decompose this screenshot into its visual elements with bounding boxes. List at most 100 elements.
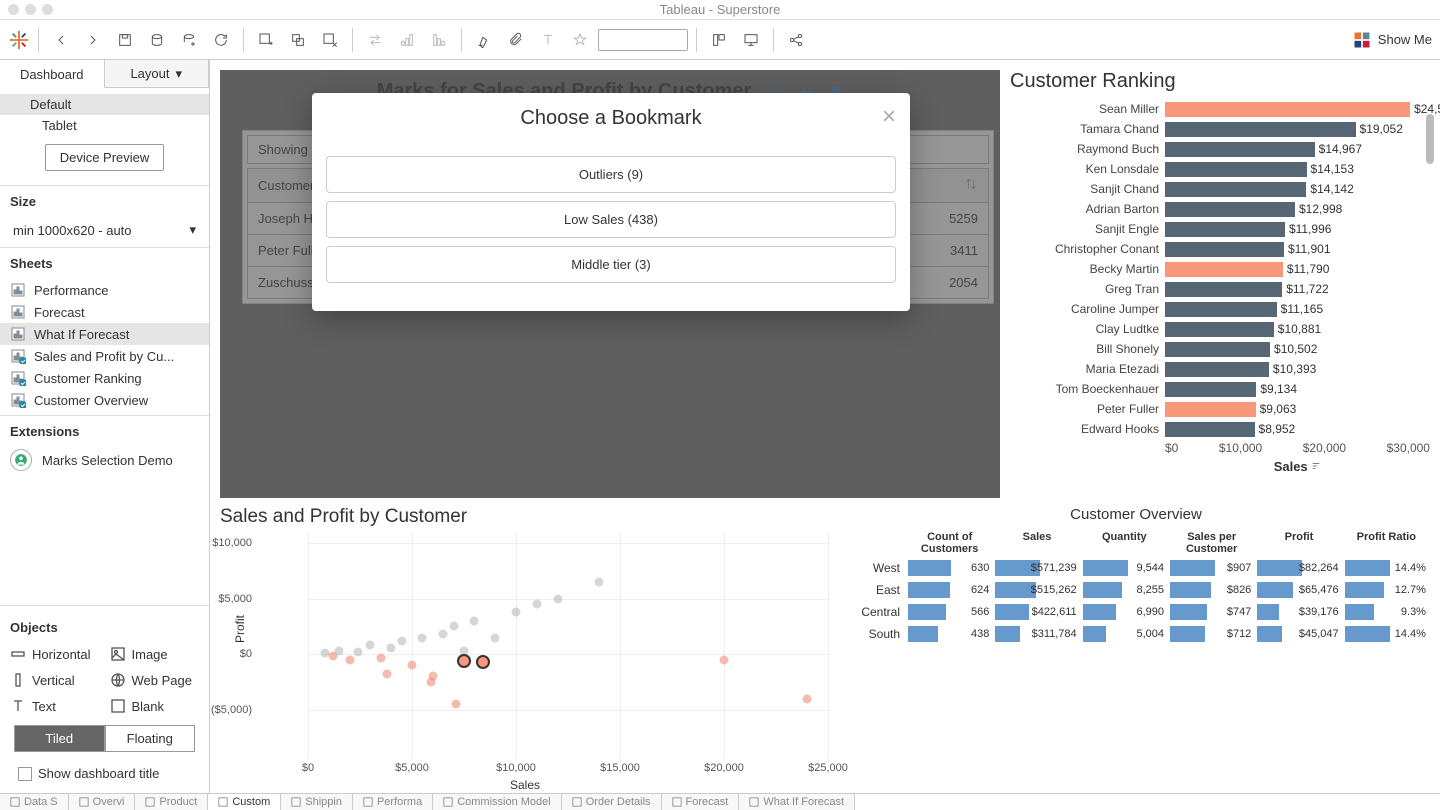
scatter-point[interactable] [491, 633, 500, 642]
device-default[interactable]: Default [0, 94, 209, 115]
sheet-item[interactable]: Performance [0, 279, 209, 301]
scatter-point[interactable] [397, 636, 406, 645]
extension-item[interactable]: Marks Selection Demo [0, 443, 209, 477]
bottom-tab[interactable]: Product [135, 794, 208, 810]
rank-row[interactable]: Peter Fuller$9,063 [1010, 399, 1430, 419]
rank-row[interactable]: Clay Ludtke$10,881 [1010, 319, 1430, 339]
refresh-button[interactable] [207, 26, 235, 54]
seg-tiled[interactable]: Tiled [14, 725, 105, 752]
rank-row[interactable]: Caroline Jumper$11,165 [1010, 299, 1430, 319]
bottom-tab[interactable]: Order Details [562, 794, 662, 810]
sheet-item[interactable]: What If Forecast [0, 323, 209, 345]
bookmark-item[interactable]: Low Sales (438) [326, 201, 896, 238]
forward-button[interactable] [79, 26, 107, 54]
clear-sheet-button[interactable] [316, 26, 344, 54]
sort-icon[interactable] [1311, 461, 1321, 471]
scatter-point[interactable] [553, 594, 562, 603]
object-web-page[interactable]: Web Page [108, 669, 202, 691]
object-horizontal[interactable]: Horizontal [8, 643, 102, 665]
show-title-checkbox[interactable]: Show dashboard title [8, 760, 201, 787]
search-input[interactable] [598, 29, 688, 51]
highlight-button[interactable] [470, 26, 498, 54]
size-select[interactable]: min 1000x620 - auto▾ [8, 217, 201, 243]
seg-floating[interactable]: Floating [105, 725, 196, 752]
bookmark-item[interactable]: Middle tier (3) [326, 246, 896, 283]
scatter-point[interactable] [470, 616, 479, 625]
share-button[interactable] [782, 26, 810, 54]
scatter-point[interactable] [426, 678, 435, 687]
rank-row[interactable]: Raymond Buch$14,967 [1010, 139, 1430, 159]
fit-button[interactable] [705, 26, 733, 54]
text-button[interactable] [534, 26, 562, 54]
rank-row[interactable]: Ken Lonsdale$14,153 [1010, 159, 1430, 179]
rank-row[interactable]: Maria Etezadi$10,393 [1010, 359, 1430, 379]
sheet-item[interactable]: Customer Overview [0, 389, 209, 411]
sheet-item[interactable]: Forecast [0, 301, 209, 323]
rank-row[interactable]: Christopher Conant$11,901 [1010, 239, 1430, 259]
new-worksheet-button[interactable] [175, 26, 203, 54]
show-me-button[interactable]: Show Me [1352, 30, 1432, 50]
bookmark-item[interactable]: Outliers (9) [326, 156, 896, 193]
scatter-point[interactable] [532, 600, 541, 609]
rank-row[interactable]: Adrian Barton$12,998 [1010, 199, 1430, 219]
add-sheet-button[interactable] [252, 26, 280, 54]
tab-layout[interactable]: Layout ▾ [105, 60, 210, 88]
sheet-item[interactable]: Customer Ranking [0, 367, 209, 389]
scatter-point[interactable] [451, 700, 460, 709]
scatter-point[interactable] [439, 630, 448, 639]
star-button[interactable] [566, 26, 594, 54]
scatter-point[interactable] [345, 655, 354, 664]
scatter-point[interactable] [803, 694, 812, 703]
scatter-point-selected[interactable] [457, 654, 471, 668]
scatter-point[interactable] [449, 622, 458, 631]
scatter-point[interactable] [335, 646, 344, 655]
save-button[interactable] [111, 26, 139, 54]
sort-desc-button[interactable] [425, 26, 453, 54]
rank-row[interactable]: Sean Miller$24,509 [1010, 99, 1430, 119]
scatter-point[interactable] [595, 578, 604, 587]
device-preview-button[interactable]: Device Preview [45, 144, 165, 171]
scatter-point[interactable] [512, 608, 521, 617]
attach-button[interactable] [502, 26, 530, 54]
rank-row[interactable]: Tom Boeckenhauer$9,134 [1010, 379, 1430, 399]
rank-row[interactable]: Edward Hooks$8,952 [1010, 419, 1430, 439]
sheet-item[interactable]: Sales and Profit by Cu... [0, 345, 209, 367]
bottom-tab[interactable]: Overvi [69, 794, 136, 810]
object-image[interactable]: Image [108, 643, 202, 665]
bottom-tab[interactable]: What If Forecast [739, 794, 855, 810]
scrollbar[interactable] [1426, 114, 1434, 164]
rank-row[interactable]: Bill Shonely$10,502 [1010, 339, 1430, 359]
bottom-tab[interactable]: Data S [0, 794, 69, 810]
back-button[interactable] [47, 26, 75, 54]
bottom-tab[interactable]: Custom [208, 794, 281, 810]
scatter-point[interactable] [353, 648, 362, 657]
scatter-point[interactable] [720, 655, 729, 664]
object-text[interactable]: Text [8, 695, 102, 717]
scatter-point[interactable] [383, 670, 392, 679]
device-tablet[interactable]: Tablet [0, 115, 209, 136]
rank-row[interactable]: Greg Tran$11,722 [1010, 279, 1430, 299]
new-data-button[interactable] [143, 26, 171, 54]
bottom-tab[interactable]: Forecast [662, 794, 740, 810]
tab-dashboard[interactable]: Dashboard [0, 60, 105, 88]
sort-asc-button[interactable] [393, 26, 421, 54]
scatter-point[interactable] [387, 643, 396, 652]
presentation-button[interactable] [737, 26, 765, 54]
swap-button[interactable] [361, 26, 389, 54]
close-icon[interactable]: × [882, 103, 896, 131]
bottom-tab[interactable]: Performa [353, 794, 433, 810]
rank-row[interactable]: Sanjit Chand$14,142 [1010, 179, 1430, 199]
scatter-point[interactable] [376, 653, 385, 662]
scatter-point-selected[interactable] [476, 655, 490, 669]
bottom-tab[interactable]: Commission Model [433, 794, 562, 810]
scatter-point[interactable] [408, 661, 417, 670]
rank-row[interactable]: Becky Martin$11,790 [1010, 259, 1430, 279]
rank-row[interactable]: Sanjit Engle$11,996 [1010, 219, 1430, 239]
scatter-point[interactable] [418, 633, 427, 642]
scatter-point[interactable] [366, 641, 375, 650]
window-controls[interactable] [8, 4, 53, 15]
rank-row[interactable]: Tamara Chand$19,052 [1010, 119, 1430, 139]
bottom-tab[interactable]: Shippin [281, 794, 353, 810]
object-blank[interactable]: Blank [108, 695, 202, 717]
duplicate-button[interactable] [284, 26, 312, 54]
